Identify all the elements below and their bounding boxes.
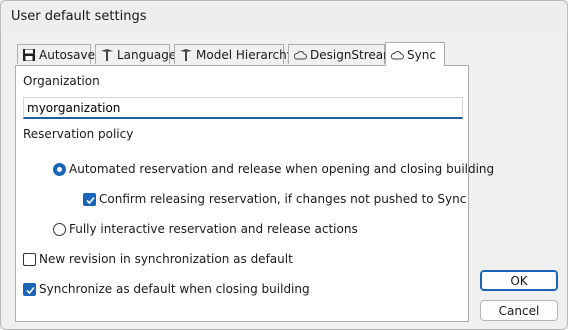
- window-title: User default settings: [11, 9, 147, 24]
- interactive-reservation-radio[interactable]: [53, 223, 66, 236]
- organization-input[interactable]: [23, 97, 463, 119]
- new-revision-checkbox[interactable]: [23, 253, 36, 266]
- confirm-releasing-label[interactable]: Confirm releasing reservation, if change…: [99, 192, 466, 206]
- sync-on-close-label[interactable]: Synchronize as default when closing buil…: [39, 282, 310, 296]
- cloud-icon: [293, 48, 307, 62]
- checkmark-icon: [86, 196, 95, 205]
- tab-autosave-label: Autosave: [39, 47, 95, 62]
- tab-designstream[interactable]: DesignStream: [288, 44, 395, 64]
- ok-button[interactable]: OK: [480, 270, 558, 291]
- checkmark-icon: [26, 286, 35, 295]
- confirm-releasing-checkbox[interactable]: [83, 193, 96, 206]
- sync-on-close-checkbox[interactable]: [23, 283, 36, 296]
- pin-tool-icon: [179, 48, 193, 62]
- floppy-disk-icon: [22, 48, 36, 62]
- cancel-button[interactable]: Cancel: [480, 300, 558, 321]
- pin-tool-icon: [100, 48, 114, 62]
- organization-label: Organization: [23, 74, 100, 88]
- tab-autosave[interactable]: Autosave: [17, 44, 95, 64]
- tab-language-label: Language: [117, 47, 177, 62]
- automated-reservation-radio[interactable]: [53, 163, 66, 176]
- cloud-icon: [390, 48, 404, 62]
- reservation-policy-label: Reservation policy: [23, 127, 134, 141]
- interactive-reservation-label[interactable]: Fully interactive reservation and releas…: [69, 222, 358, 236]
- title-bar: User default settings: [1, 1, 567, 33]
- tab-designstream-label: DesignStream: [310, 47, 395, 62]
- tab-language[interactable]: Language: [95, 44, 176, 64]
- tab-model-hierarchy-label: Model Hierarchy: [196, 47, 294, 62]
- dialog-window: User default settings Autosave Language: [0, 0, 568, 330]
- tab-model-hierarchy[interactable]: Model Hierarchy: [174, 44, 294, 64]
- tab-sync[interactable]: Sync: [385, 42, 445, 66]
- new-revision-label[interactable]: New revision in synchronization as defau…: [39, 252, 293, 266]
- automated-reservation-label[interactable]: Automated reservation and release when o…: [69, 162, 494, 176]
- tab-sync-label: Sync: [407, 47, 436, 62]
